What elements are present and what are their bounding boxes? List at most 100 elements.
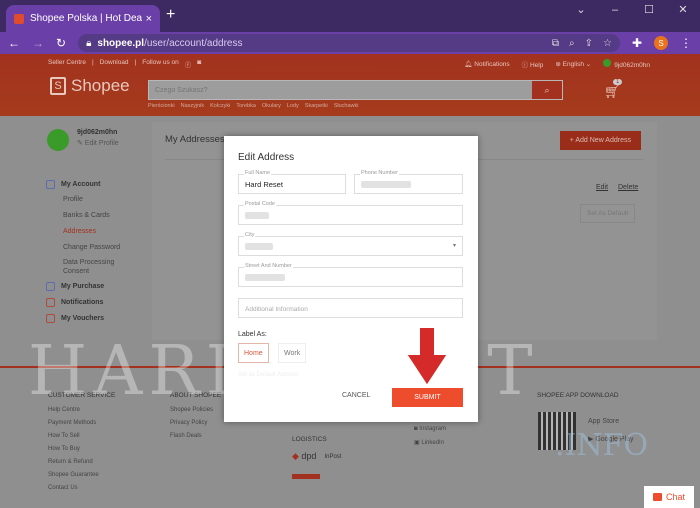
inpost-logo: InPost [324,453,342,460]
sidebar-item-change-password[interactable]: Change Password [46,240,126,256]
sidebar-item-profile[interactable]: Profile [46,192,126,208]
label-home-button[interactable]: Home [238,343,269,363]
delete-address-link[interactable]: Delete [618,184,638,191]
footer-link[interactable]: How To Buy [48,446,115,452]
sidebar-item-notifications[interactable]: Notifications [46,294,126,310]
redacted-value [245,212,269,219]
footer-link[interactable]: Contact Us [48,485,115,491]
edit-address-link[interactable]: Edit [596,184,608,191]
url-host: shopee.pl [97,37,145,49]
share-icon[interactable]: ⇪ [585,38,593,49]
linkedin-link[interactable]: ▣ LinkedIn [414,439,446,446]
keyword-link[interactable]: Pierścionki [148,103,175,109]
browser-tab[interactable]: Shopee Polska | Hot Deals, Best × [6,5,160,32]
submit-button[interactable]: SUBMIT [392,388,463,407]
footer-link[interactable]: Return & Refund [48,459,115,465]
keyword-link[interactable]: Okulary [262,103,281,109]
label-work-button[interactable]: Work [278,343,307,363]
menu-kebab-icon[interactable]: ⋮ [680,36,692,50]
forward-icon[interactable]: → [32,36,44,50]
footer-link[interactable]: How To Sell [48,433,115,439]
chat-icon [652,493,662,501]
additional-info-field[interactable]: Additional Information [238,298,463,318]
keyword-link[interactable]: Lody [287,103,299,109]
footer-link[interactable]: Payment Methods [48,420,115,426]
window-controls: ⌄ – ☐ ✕ [564,0,700,20]
close-window-button[interactable]: ✕ [666,0,700,20]
poczta-logo [292,474,320,479]
phone-number-field[interactable]: Phone Number [354,170,463,194]
bookmark-star-icon[interactable]: ☆ [603,38,612,49]
notifications-link[interactable]: 🔔︎ Notifications [464,60,509,68]
url-input[interactable]: 🔒︎ shopee.pl/user/account/address ⧉ ⌕ ⇪ … [78,34,620,52]
chevron-down-icon: ▾ [452,243,456,249]
language-select[interactable]: ⊕ English ⌄ [555,60,591,68]
facebook-icon[interactable]: ⓕ [185,59,192,69]
tab-search-icon[interactable]: ⌄ [564,0,598,20]
keyword-link[interactable]: Skarpetki [305,103,328,109]
download-link[interactable]: Download [100,59,129,69]
sidebar-menu: My Account Profile Banks & Cards Address… [46,176,126,326]
city-select[interactable]: City ▾ [238,232,463,256]
sidebar-item-banks-cards[interactable]: Banks & Cards [46,208,126,224]
user-avatar [603,59,612,67]
google-play-link[interactable]: ▶ Google Play [588,435,633,443]
chat-button[interactable]: Chat [644,486,694,508]
footer-customer-service: CUSTOMER SERVICE Help Centre Payment Met… [48,392,115,498]
postal-code-field[interactable]: Postal Code [238,201,463,225]
sidebar-item-data-consent[interactable]: Data Processing Consent [46,256,126,278]
street-number-field[interactable]: Street And Number [238,263,463,287]
arrow-down-icon [404,326,450,388]
footer-link[interactable]: Shopee Guarantee [48,472,115,478]
footer-link[interactable]: Shopee Policies [170,407,221,413]
full-name-field[interactable]: Full Name Hard Reset [238,170,346,194]
field-label: Full Name [244,170,272,176]
keyword-link[interactable]: Naszyjnik [181,103,205,109]
profile-avatar[interactable]: S [654,36,668,50]
search-input[interactable] [149,81,532,99]
voucher-icon [46,313,55,323]
keyword-link[interactable]: Torebka [236,103,256,109]
field-label: City [244,232,256,238]
footer-link[interactable]: Help Centre [48,407,115,413]
extensions-icon[interactable]: ✚ [632,36,642,50]
shopee-logo[interactable]: S Shopee [50,76,130,96]
sidebar-item-my-vouchers[interactable]: My Vouchers [46,310,126,326]
reload-icon[interactable]: ↻ [56,36,66,50]
sidebar-item-my-account[interactable]: My Account [46,176,126,192]
add-new-address-button[interactable]: + Add New Address [559,131,641,150]
maximize-button[interactable]: ☐ [632,0,666,20]
translate-icon[interactable]: ⧉ [552,38,559,49]
tab-title: Shopee Polska | Hot Deals, Best [30,13,142,24]
sidebar-item-addresses[interactable]: Addresses [46,224,126,240]
keyword-link[interactable]: Kolczyki [210,103,230,109]
set-as-default-button[interactable]: Set As Default [580,204,636,223]
back-icon[interactable]: ← [8,36,20,50]
shopping-bag-icon: S [50,77,66,95]
new-tab-button[interactable]: + [166,6,175,24]
footer-social: ◙ Instagram ▣ LinkedIn [414,426,446,453]
seller-centre-link[interactable]: Seller Centre [48,59,86,69]
minimize-button[interactable]: – [598,0,632,20]
footer-link[interactable]: Flash Deals [170,433,221,439]
keyword-link[interactable]: Słuchawki [334,103,359,109]
set-default-checkbox[interactable]: Set as Default Address [238,372,299,378]
footer-link[interactable]: Privacy Policy [170,420,221,426]
footer-logistics: LOGISTICS ◆ dpd InPost [292,436,341,479]
cancel-button[interactable]: CANCEL [342,392,370,399]
footer-about: ABOUT SHOPEE Shopee Policies Privacy Pol… [170,392,221,446]
edit-profile-link[interactable]: ✎ Edit Profile [77,139,119,147]
sidebar-item-my-purchase[interactable]: My Purchase [46,278,126,294]
browser-tabbar: Shopee Polska | Hot Deals, Best × + ⌄ – … [0,0,700,32]
instagram-link[interactable]: ◙ Instagram [414,426,446,432]
close-tab-icon[interactable]: × [146,13,152,25]
zoom-icon[interactable]: ⌕ [569,38,575,49]
help-link[interactable]: ⓘ Help [522,59,544,69]
user-avatar[interactable] [47,129,69,151]
app-store-link[interactable]: App Store [588,418,633,425]
user-menu[interactable]: 9jd062m0hn [603,59,650,69]
instagram-icon[interactable]: ◙ [197,59,201,69]
cart-icon[interactable]: 🛒︎ 1 [604,79,623,100]
search-button[interactable]: ⌕ [532,81,562,99]
user-icon [46,179,55,189]
